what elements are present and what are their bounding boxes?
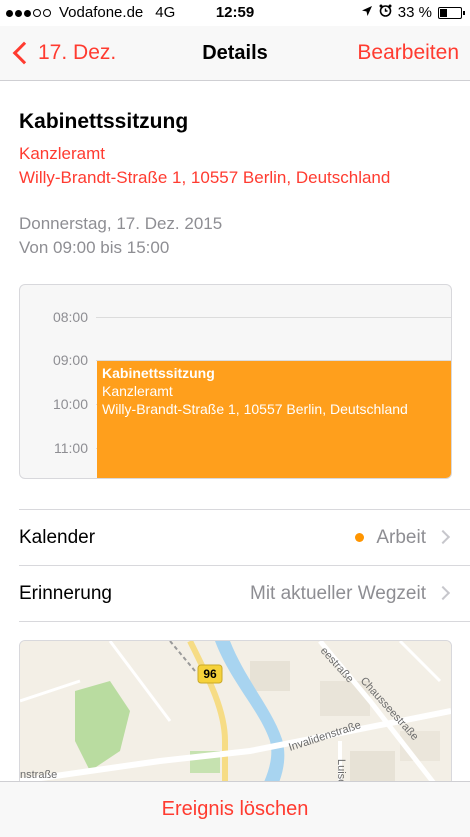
reminder-row[interactable]: Erinnerung Mit aktueller Wegzeit [0,566,470,621]
battery-percent: 33 % [397,4,432,21]
calendar-row-label: Kalender [19,527,96,548]
day-calendar-preview: 08:00 09:00 10:00 11:00 Kabinettssitzung… [19,284,452,479]
event-time-range: Von 09:00 bis 15:00 [19,238,170,257]
reminder-row-label: Erinnerung [19,583,112,604]
calendar-row[interactable]: Kalender Arbeit [0,510,470,565]
calendar-event-title: Kabinettssitzung [102,365,215,381]
edit-button[interactable]: Bearbeiten [357,26,459,80]
alarm-clock-icon [379,0,392,26]
reminder-row-value: Mit aktueller Wegzeit [250,583,426,604]
hour-label: 10:00 [52,396,88,412]
status-right: 33 % [355,0,465,26]
event-location-name[interactable]: Kanzleramt [19,144,105,164]
calendar-event-address: Willy-Brandt-Straße 1, 10557 Berlin, Deu… [102,401,408,417]
chevron-right-icon [435,585,451,601]
delete-event-button[interactable]: Ereignis löschen [0,781,470,837]
hour-line [96,317,451,318]
calendar-name: Arbeit [376,527,426,548]
navigation-bar: 17. Dez. Details Bearbeiten [0,26,470,81]
event-title: Kabinettssitzung [19,110,189,133]
location-arrow-icon [361,0,373,26]
event-date: Donnerstag, 17. Dez. 2015 [19,214,223,233]
calendar-row-value: Arbeit [355,510,426,565]
calendar-color-dot [355,533,365,542]
row-separator [19,621,470,622]
event-address[interactable]: Willy-Brandt-Straße 1, 10557 Berlin, Deu… [19,168,390,188]
hour-label: 09:00 [52,352,88,368]
hour-label: 11:00 [54,440,88,456]
map-graphic: 96 Invalidenstraße Chausseestraße eestra… [20,641,451,801]
calendar-event-block[interactable]: Kabinettssitzung Kanzleramt Willy-Brandt… [97,361,451,478]
battery-icon [438,7,465,19]
hour-label: 08:00 [52,309,88,325]
calendar-event-location: Kanzleramt [102,383,173,399]
location-map[interactable]: 96 Invalidenstraße Chausseestraße eestra… [19,640,452,802]
status-bar: Vodafone.de 4G 12:59 33 % [0,0,470,26]
map-street-label: nstraße [20,769,57,781]
route-badge: 96 [203,667,217,681]
chevron-right-icon [435,529,451,545]
